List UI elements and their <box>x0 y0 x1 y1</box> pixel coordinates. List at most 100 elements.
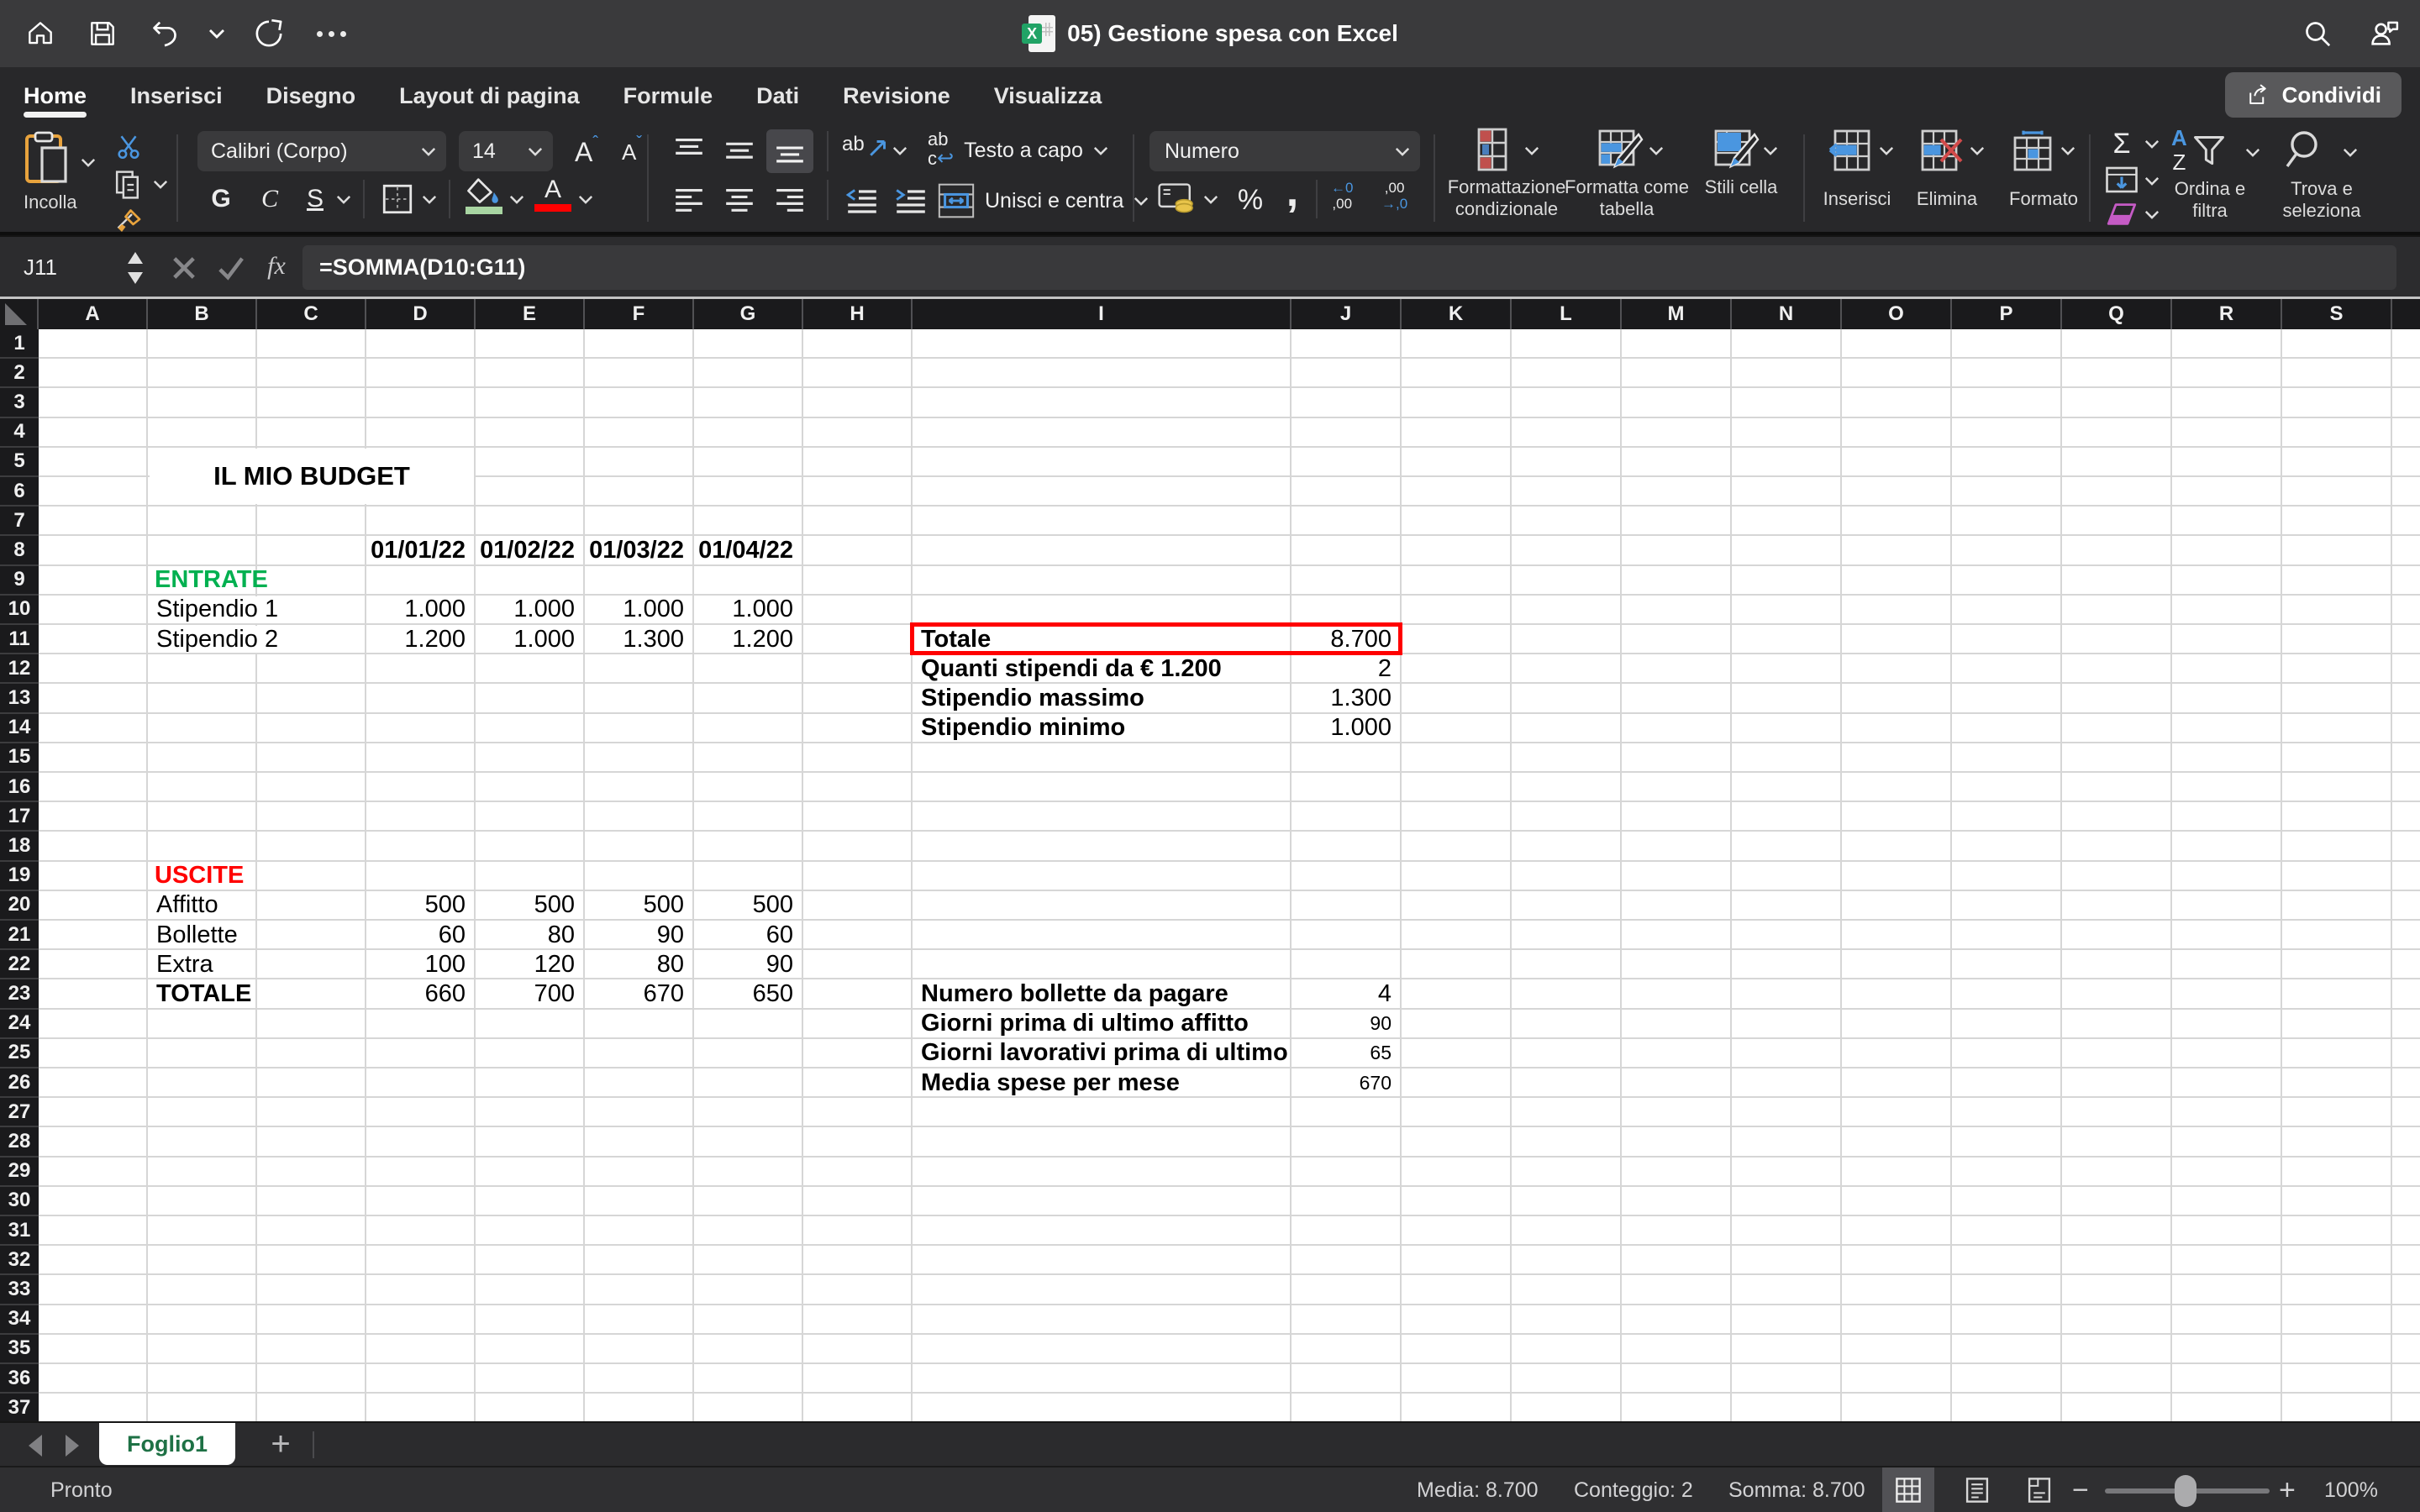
cell-J34[interactable] <box>1292 1305 1402 1335</box>
cell-L12[interactable] <box>1512 654 1622 684</box>
cell-C12[interactable] <box>257 654 366 684</box>
cell-extra-19[interactable] <box>2392 862 2420 891</box>
cell-G19[interactable] <box>694 862 803 891</box>
cell-H21[interactable] <box>803 921 913 950</box>
cell-J36[interactable] <box>1292 1364 1402 1394</box>
cell-G37[interactable] <box>694 1394 803 1423</box>
cell-R21[interactable] <box>2172 921 2282 950</box>
cell-E3[interactable] <box>476 388 585 417</box>
cell-C2[interactable] <box>257 359 366 388</box>
cell-value-D23[interactable]: 660 <box>366 980 474 1007</box>
cell-K3[interactable] <box>1402 388 1512 417</box>
format-cells-chevron-icon[interactable] <box>2060 146 2075 155</box>
cell-L2[interactable] <box>1512 359 1622 388</box>
fill-chevron-icon[interactable] <box>2144 176 2160 186</box>
cell-Q32[interactable] <box>2062 1246 2172 1275</box>
cell-G17[interactable] <box>694 802 803 832</box>
row-header-33[interactable]: 33 <box>0 1275 39 1305</box>
cell-A35[interactable] <box>39 1335 148 1364</box>
cell-M8[interactable] <box>1622 536 1732 565</box>
cell-Q22[interactable] <box>2062 950 2172 979</box>
cell-F29[interactable] <box>585 1158 694 1187</box>
cell-A33[interactable] <box>39 1275 148 1305</box>
cell-P8[interactable] <box>1952 536 2062 565</box>
cell-J27[interactable] <box>1292 1098 1402 1127</box>
cell-H1[interactable] <box>803 329 913 359</box>
tab-dati[interactable]: Dati <box>756 67 799 124</box>
cell-L35[interactable] <box>1512 1335 1622 1364</box>
cell-O33[interactable] <box>1842 1275 1952 1305</box>
cell-F30[interactable] <box>585 1187 694 1216</box>
cell-C34[interactable] <box>257 1305 366 1335</box>
underline-chevron-icon[interactable] <box>336 195 351 204</box>
cell-A11[interactable] <box>39 625 148 654</box>
cell-J18[interactable] <box>1292 832 1402 861</box>
cell-P11[interactable] <box>1952 625 2062 654</box>
cell-A26[interactable] <box>39 1068 148 1098</box>
cell-S21[interactable] <box>2282 921 2392 950</box>
cell-M35[interactable] <box>1622 1335 1732 1364</box>
cell-I19[interactable] <box>913 862 1292 891</box>
cell-P4[interactable] <box>1952 418 2062 448</box>
cell-I9[interactable] <box>913 566 1292 596</box>
cell-value-I24[interactable]: Giorni prima di ultimo affitto <box>914 1011 1249 1037</box>
cell-Q25[interactable] <box>2062 1039 2172 1068</box>
cell-O6[interactable] <box>1842 477 1952 507</box>
tab-formule[interactable]: Formule <box>623 67 713 124</box>
cell-N25[interactable] <box>1732 1039 1842 1068</box>
cell-value-F20[interactable]: 500 <box>585 892 692 919</box>
cell-K32[interactable] <box>1402 1246 1512 1275</box>
cell-R34[interactable] <box>2172 1305 2282 1335</box>
cell-L25[interactable] <box>1512 1039 1622 1068</box>
cell-S5[interactable] <box>2282 448 2392 477</box>
clear-chevron-icon[interactable] <box>2144 210 2160 219</box>
cell-F5[interactable] <box>585 448 694 477</box>
cell-P9[interactable] <box>1952 566 2062 596</box>
cell-I10[interactable] <box>913 596 1292 625</box>
cell-D15[interactable] <box>366 743 476 773</box>
cell-extra-10[interactable] <box>2392 596 2420 625</box>
cut-button[interactable] <box>114 133 143 161</box>
cell-B18[interactable] <box>148 832 257 861</box>
cell-A1[interactable] <box>39 329 148 359</box>
cell-S30[interactable] <box>2282 1187 2392 1216</box>
cell-R4[interactable] <box>2172 418 2282 448</box>
row-header-8[interactable]: 8 <box>0 536 39 565</box>
cell-S9[interactable] <box>2282 566 2392 596</box>
cell-M32[interactable] <box>1622 1246 1732 1275</box>
cell-I16[interactable] <box>913 773 1292 802</box>
cell-B29[interactable] <box>148 1158 257 1187</box>
cell-P1[interactable] <box>1952 329 2062 359</box>
cell-L6[interactable] <box>1512 477 1622 507</box>
cell-B34[interactable] <box>148 1305 257 1335</box>
row-header-24[interactable]: 24 <box>0 1010 39 1039</box>
cell-F14[interactable] <box>585 714 694 743</box>
cell-I34[interactable] <box>913 1305 1292 1335</box>
cell-G1[interactable] <box>694 329 803 359</box>
cell-D1[interactable] <box>366 329 476 359</box>
cell-D37[interactable] <box>366 1394 476 1423</box>
cell-K30[interactable] <box>1402 1187 1512 1216</box>
cell-B1[interactable] <box>148 329 257 359</box>
wrap-text-button[interactable]: ab c↩ Testo a capo <box>928 131 1108 170</box>
cell-F28[interactable] <box>585 1127 694 1157</box>
cell-value-G21[interactable]: 60 <box>694 921 802 948</box>
cell-F27[interactable] <box>585 1098 694 1127</box>
cell-F33[interactable] <box>585 1275 694 1305</box>
underline-button[interactable]: S <box>296 180 334 218</box>
cell-P3[interactable] <box>1952 388 2062 417</box>
cell-value-J26[interactable]: 670 <box>1292 1069 1400 1096</box>
cell-M14[interactable] <box>1622 714 1732 743</box>
tab-visualizza[interactable]: Visualizza <box>994 67 1102 124</box>
cell-P28[interactable] <box>1952 1127 2062 1157</box>
cell-extra-6[interactable] <box>2392 477 2420 507</box>
cell-P37[interactable] <box>1952 1394 2062 1423</box>
cell-M37[interactable] <box>1622 1394 1732 1423</box>
cell-D27[interactable] <box>366 1098 476 1127</box>
cell-K6[interactable] <box>1402 477 1512 507</box>
prev-sheet-icon[interactable] <box>29 1435 42 1457</box>
cell-B35[interactable] <box>148 1335 257 1364</box>
cell-Q9[interactable] <box>2062 566 2172 596</box>
cell-C7[interactable] <box>257 507 366 536</box>
cell-value-I23[interactable]: Numero bollette da pagare <box>914 980 1228 1007</box>
